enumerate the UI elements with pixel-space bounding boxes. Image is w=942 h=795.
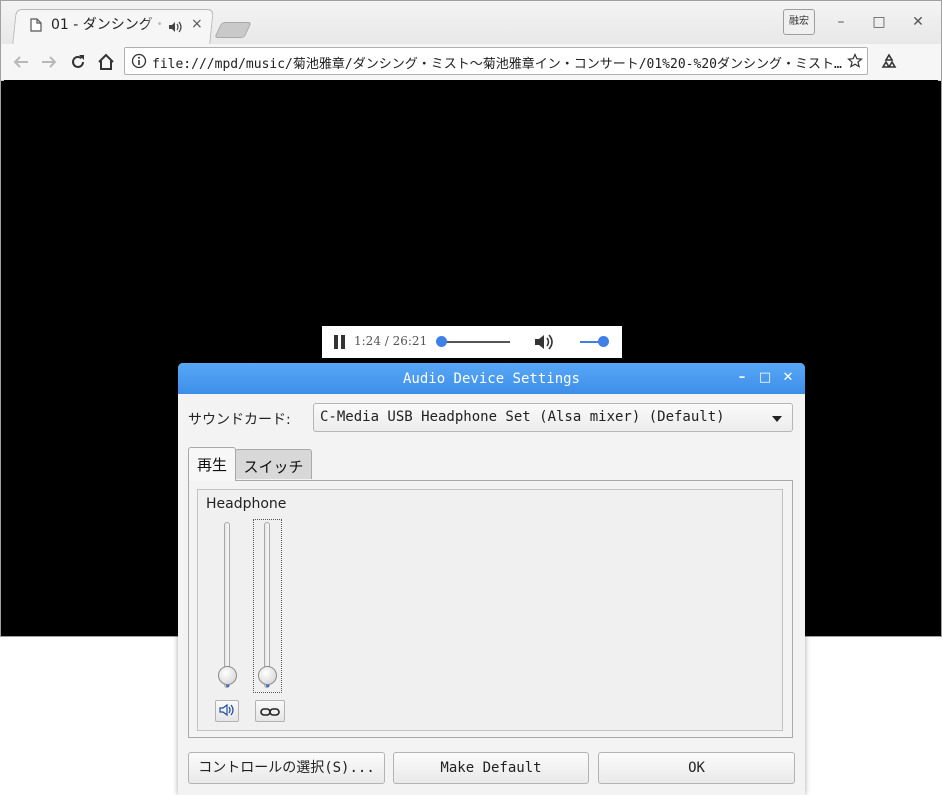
time-display: 1:24 / 26:21 — [354, 334, 428, 348]
select-controls-button[interactable]: コントロールの選択(S)... — [188, 752, 385, 784]
left-slider-knob[interactable] — [218, 666, 237, 685]
seek-knob[interactable] — [436, 336, 447, 347]
new-tab-button[interactable] — [214, 22, 252, 38]
volume-icon[interactable] — [534, 333, 554, 351]
left-volume-slider[interactable] — [224, 522, 230, 688]
ok-button[interactable]: OK — [598, 752, 795, 784]
audio-playing-icon[interactable] — [168, 18, 182, 33]
document-icon — [30, 17, 42, 32]
seek-track[interactable] — [440, 341, 510, 343]
dialog-maximize-icon[interactable]: □ — [757, 370, 773, 386]
dialog-minimize-icon[interactable]: – — [734, 370, 750, 386]
ime-indicator[interactable]: 融宏 — [783, 9, 815, 35]
sound-card-value: C-Media USB Headphone Set (Alsa mixer) (… — [320, 409, 725, 425]
audio-device-settings-dialog: Audio Device Settings – □ ✕ サウンドカード: C-M… — [178, 363, 805, 795]
extension-icon[interactable] — [877, 50, 901, 74]
right-volume-slider[interactable] — [264, 522, 270, 688]
tab-close-icon[interactable]: × — [191, 17, 203, 31]
back-icon[interactable] — [9, 50, 33, 74]
pause-icon[interactable] — [334, 335, 346, 349]
maximize-button[interactable]: □ — [869, 12, 889, 32]
url-text[interactable]: file:///mpd/music/菊池雅章/ダンシング・ミスト〜菊池雅章イン・… — [152, 53, 842, 71]
mute-toggle[interactable] — [215, 700, 239, 722]
info-icon[interactable] — [131, 53, 147, 69]
tab-title: 01 - ダンシング・ミスト — [51, 17, 166, 33]
channel-lock-toggle[interactable] — [255, 700, 285, 722]
browser-titlebar: 01 - ダンシング・ミスト × 融宏 – □ ✕ — [0, 0, 942, 45]
dialog-close-icon[interactable]: ✕ — [780, 370, 796, 386]
make-default-button[interactable]: Make Default — [393, 752, 589, 784]
right-slider-knob[interactable] — [258, 666, 277, 685]
dialog-titlebar[interactable]: Audio Device Settings – □ ✕ — [178, 363, 805, 394]
tab-playback[interactable]: 再生 — [188, 447, 236, 481]
minimize-button[interactable]: – — [831, 12, 851, 32]
dialog-title: Audio Device Settings — [402, 371, 580, 387]
link-icon — [260, 702, 280, 721]
speaker-icon — [219, 702, 235, 721]
home-icon[interactable] — [94, 50, 118, 74]
volume-knob[interactable] — [598, 336, 609, 347]
browser-tab[interactable]: 01 - ダンシング・ミスト × — [16, 9, 214, 39]
headphone-group: Headphone — [197, 489, 783, 731]
star-icon[interactable] — [847, 53, 863, 69]
forward-icon[interactable] — [37, 50, 61, 74]
reload-icon[interactable] — [66, 50, 90, 74]
group-label: Headphone — [206, 496, 287, 512]
tab-panel: Headphone — [188, 480, 793, 738]
media-controls: 1:24 / 26:21 — [322, 326, 622, 358]
tab-switches[interactable]: スイッチ — [235, 449, 312, 479]
close-button[interactable]: ✕ — [908, 12, 928, 32]
address-bar[interactable]: file:///mpd/music/菊池雅章/ダンシング・ミスト〜菊池雅章イン・… — [124, 47, 868, 75]
sound-card-label: サウンドカード: — [188, 412, 291, 428]
browser-toolbar: file:///mpd/music/菊池雅章/ダンシング・ミスト〜菊池雅章イン・… — [0, 44, 942, 81]
sound-card-select[interactable]: C-Media USB Headphone Set (Alsa mixer) (… — [313, 403, 793, 432]
chevron-down-icon — [772, 416, 782, 422]
